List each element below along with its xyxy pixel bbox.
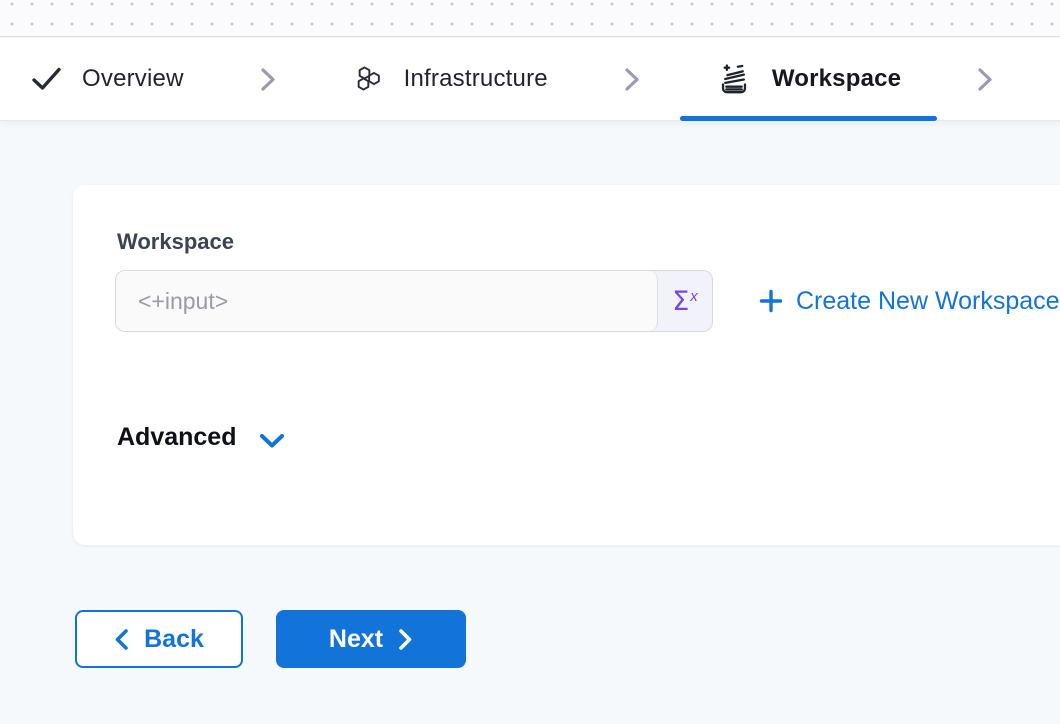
hexagons-icon — [352, 63, 384, 95]
step-overview[interactable]: Overview — [31, 38, 220, 120]
step-workspace[interactable]: Workspace — [680, 38, 937, 120]
step-infrastructure[interactable]: Infrastructure — [316, 38, 584, 120]
wizard-stepper: Overview Infrastructure — [0, 38, 1060, 121]
chevron-left-icon — [114, 628, 129, 651]
wizard-footer: Back Next — [75, 610, 466, 668]
advanced-label: Advanced — [117, 423, 236, 452]
create-new-workspace-link[interactable]: Create New Workspace — [759, 287, 1060, 316]
back-button-label: Back — [144, 625, 204, 654]
back-button[interactable]: Back — [75, 610, 243, 668]
workspace-field-label: Workspace — [117, 229, 234, 255]
chevron-right-icon — [975, 66, 995, 93]
next-button[interactable]: Next — [276, 610, 466, 668]
workspace-input[interactable] — [116, 271, 658, 331]
create-new-workspace-label: Create New Workspace — [796, 287, 1060, 316]
check-icon — [31, 66, 62, 92]
step-infrastructure-label: Infrastructure — [404, 65, 548, 93]
chevron-right-icon — [622, 66, 642, 93]
advanced-toggle[interactable]: Advanced — [117, 423, 286, 452]
step-workspace-label: Workspace — [772, 65, 901, 93]
next-button-label: Next — [329, 625, 383, 654]
workspace-input-group: Σx — [115, 270, 713, 332]
stack-icon — [716, 62, 752, 96]
chevron-down-icon — [258, 432, 286, 450]
step-overview-label: Overview — [82, 65, 184, 93]
workspace-form-card: Workspace Σx Create New Workspace Advanc… — [73, 185, 1060, 545]
active-step-underline — [680, 116, 937, 121]
plus-icon — [759, 289, 783, 313]
sigma-icon: Σ — [672, 286, 689, 317]
dotted-background-strip — [0, 0, 1060, 37]
chevron-right-icon — [398, 628, 413, 651]
chevron-right-icon — [258, 66, 278, 93]
workspace-input-row: Σx Create New Workspace — [115, 270, 1060, 332]
expression-sigma-button[interactable]: Σx — [658, 271, 712, 331]
